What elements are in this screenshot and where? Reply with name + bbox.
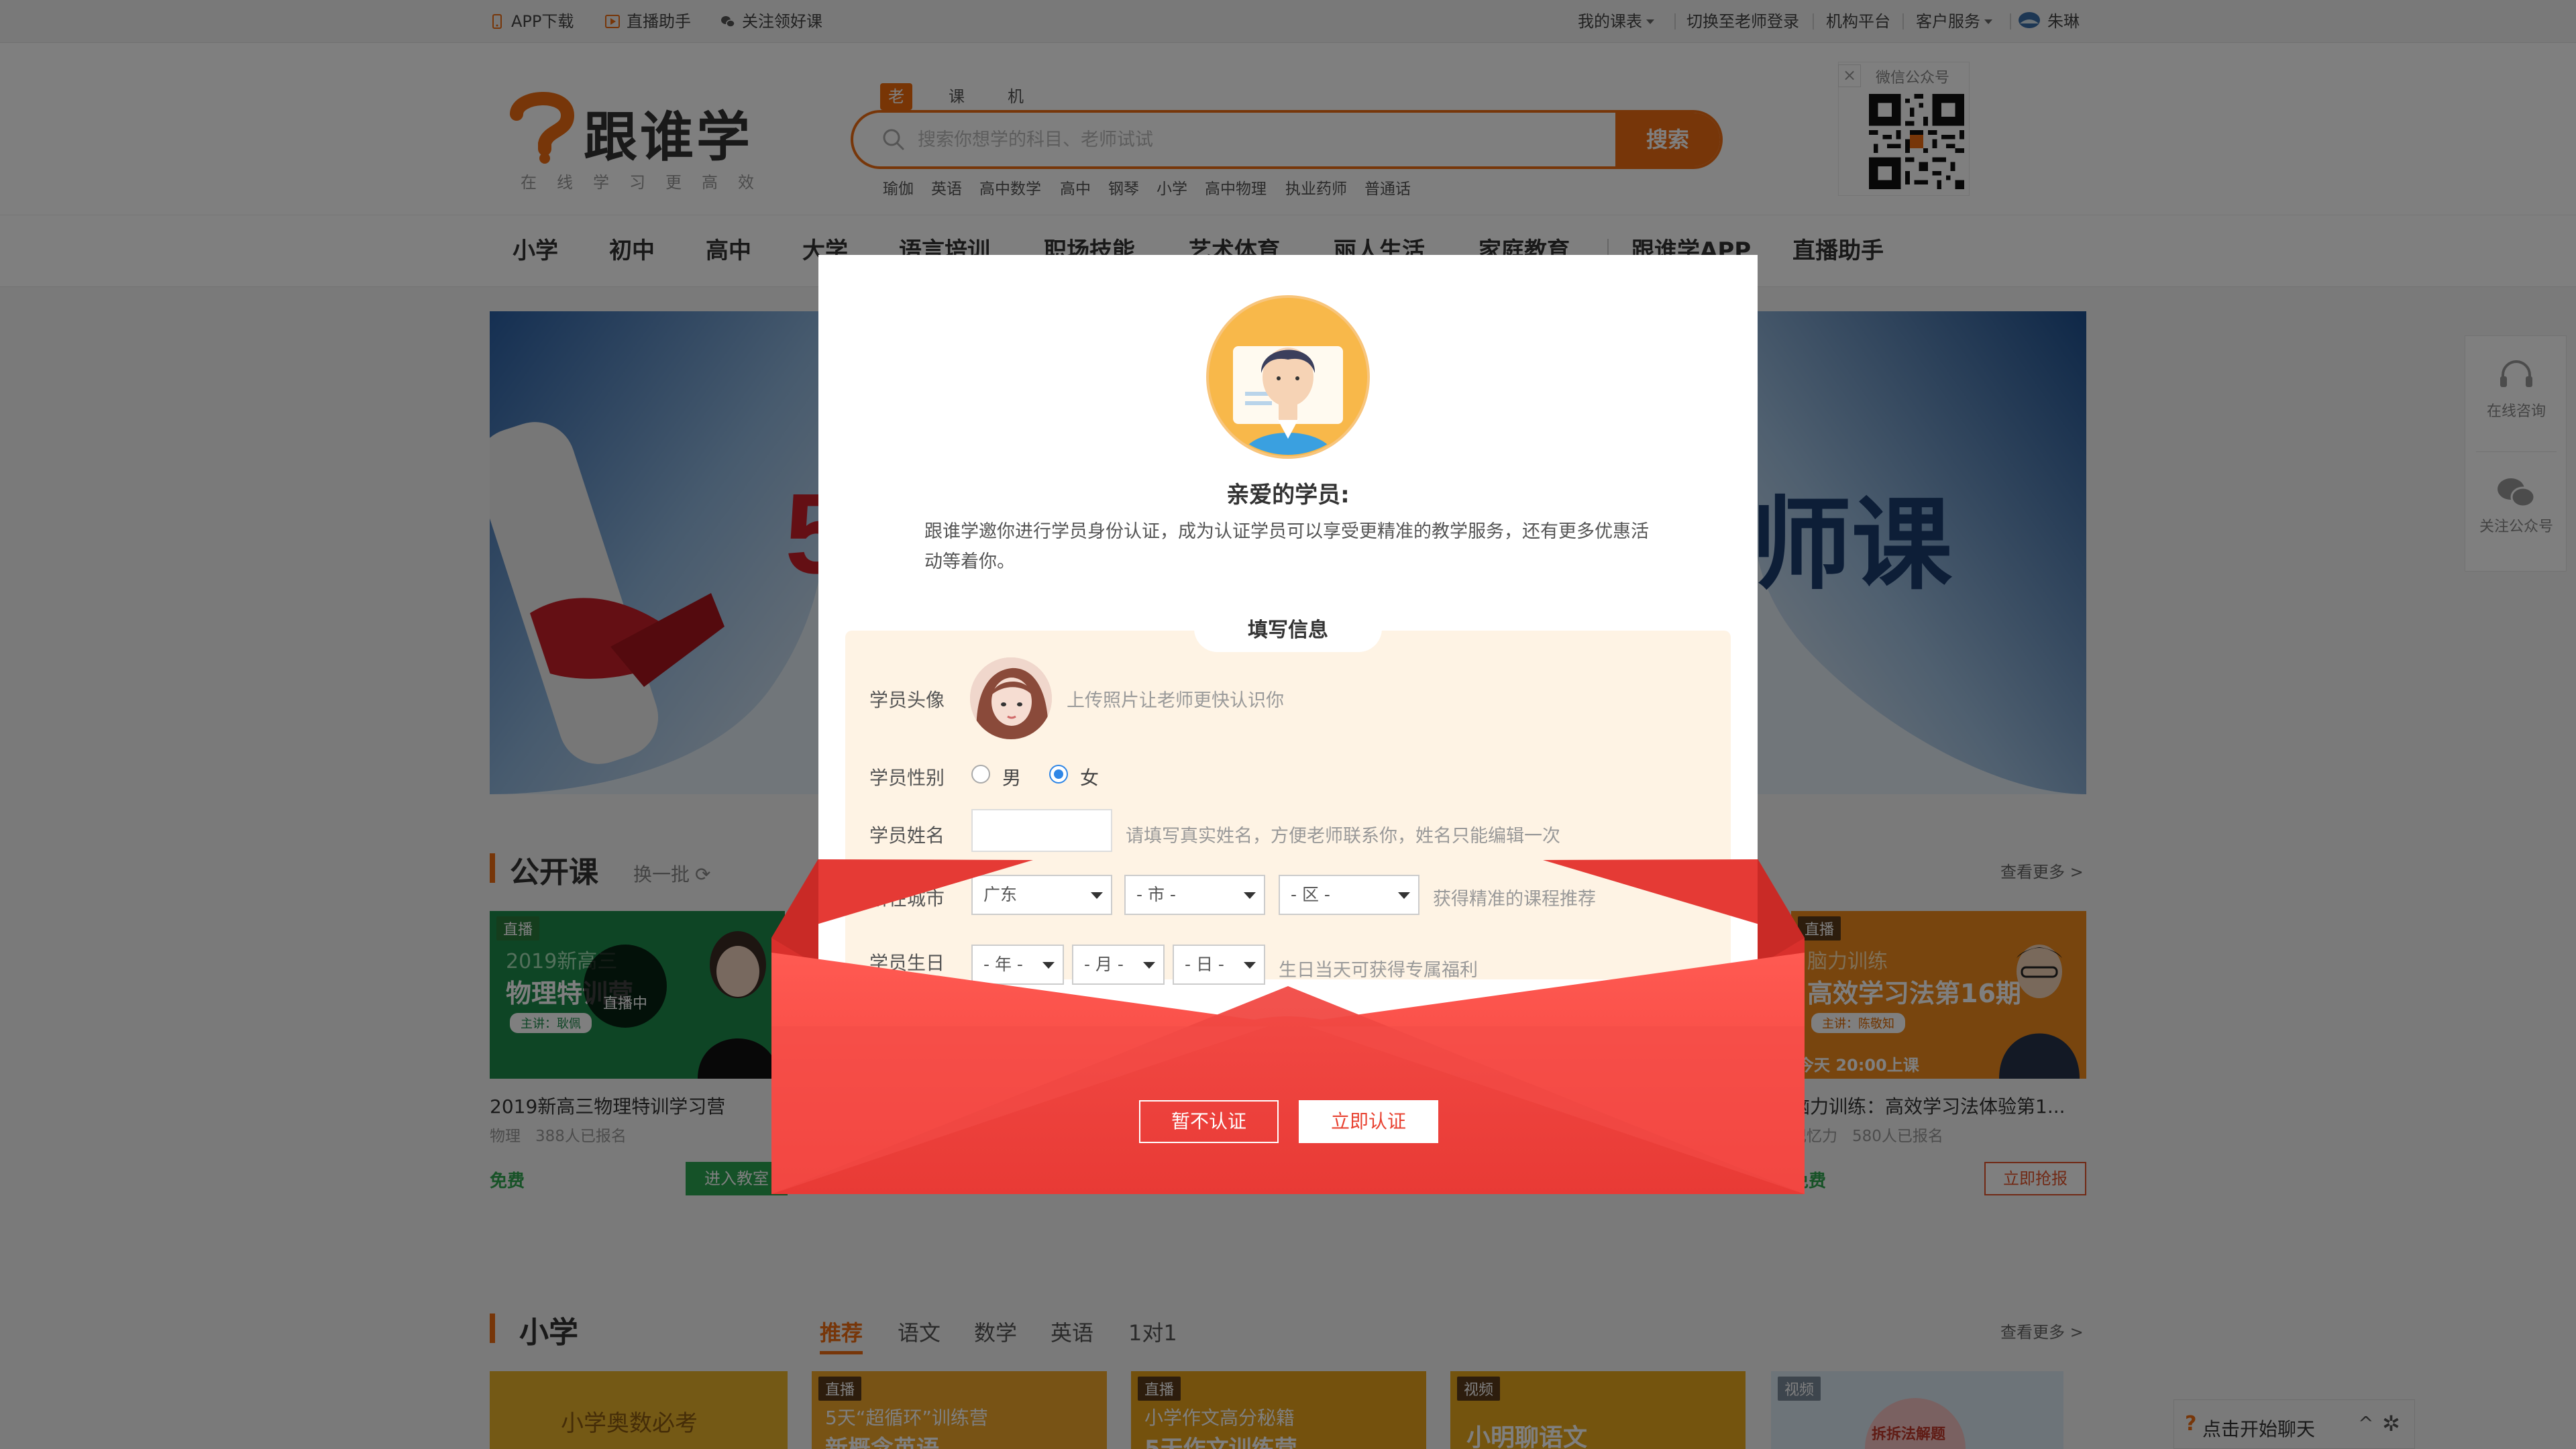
- verify-now-button[interactable]: 立即认证: [1299, 1100, 1438, 1143]
- student-avatar-icon: [1209, 298, 1367, 456]
- name-input[interactable]: [971, 809, 1112, 852]
- gender-radio-female[interactable]: [1049, 765, 1068, 784]
- name-hint: 请填写真实姓名，方便老师联系你，姓名只能编辑一次: [1126, 826, 1560, 847]
- name-label: 学员姓名: [869, 824, 945, 847]
- avatar-photo: [970, 657, 1052, 739]
- form-title: 填写信息: [1194, 605, 1382, 652]
- student-avatar-illustration: [1206, 295, 1370, 459]
- gender-option-label: 男: [1002, 767, 1022, 789]
- modal-greeting: 亲爱的学员:: [1226, 482, 1350, 508]
- modal-description: 跟谁学邀你进行学员身份认证，成为认证学员可以享受更精准的教学服务，还有更多优惠活…: [924, 521, 1649, 572]
- avatar-hint: 上传照片让老师更快认识你: [1067, 690, 1284, 711]
- gender-radio-male[interactable]: [971, 765, 990, 784]
- gender-option-label: 女: [1080, 767, 1099, 789]
- red-envelope: [771, 859, 1805, 1194]
- avatar-upload[interactable]: [970, 657, 1052, 739]
- gender-label: 学员性别: [869, 767, 945, 789]
- avatar-label: 学员头像: [869, 689, 945, 711]
- skip-verify-button[interactable]: 暂不认证: [1139, 1100, 1279, 1143]
